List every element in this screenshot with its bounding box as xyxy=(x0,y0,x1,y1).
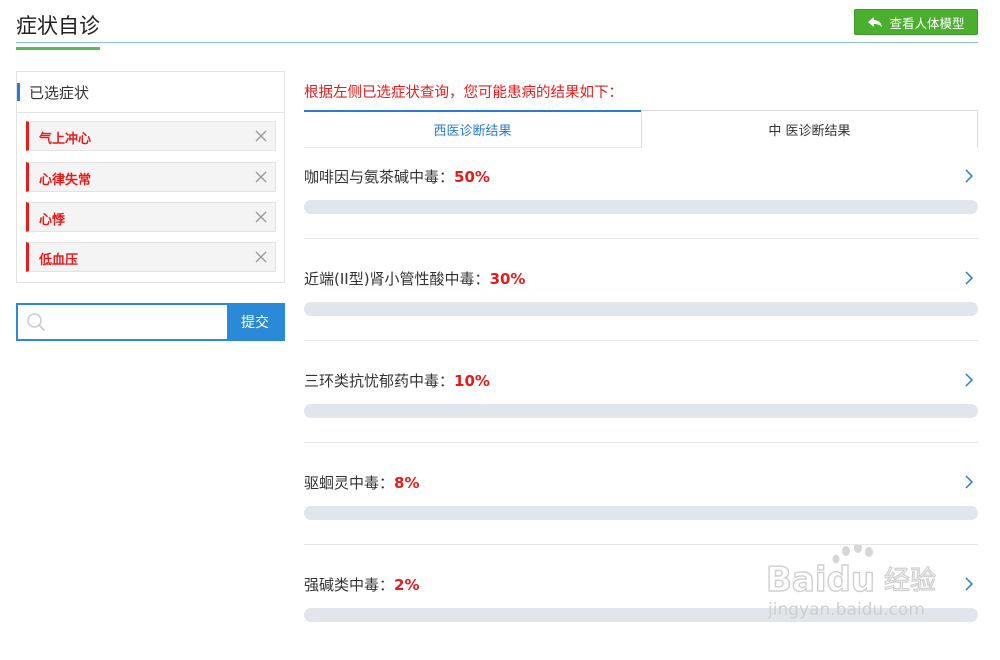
back-arrow-icon xyxy=(868,17,883,28)
chevron-right-icon xyxy=(965,475,974,489)
result-item[interactable]: 咖啡因与氨茶碱中毒：50% xyxy=(304,150,978,252)
submit-button[interactable]: 提交 xyxy=(227,305,283,339)
result-name: 三环类抗忧郁药中毒： xyxy=(304,372,455,390)
watermark-brand: Baidu xyxy=(766,560,875,600)
close-icon[interactable] xyxy=(253,209,269,225)
probability-fill xyxy=(304,404,372,418)
symptom-tag[interactable]: 心律失常 xyxy=(26,162,276,192)
view-body-model-button[interactable]: 查看人体模型 xyxy=(854,9,978,35)
result-name: 近端(II型)肾小管性酸中毒： xyxy=(304,270,490,288)
symptom-search: 提交 xyxy=(16,303,285,341)
divider xyxy=(304,238,978,239)
symptom-label: 心悸 xyxy=(39,213,66,228)
symptom-label: 气上冲心 xyxy=(39,132,92,147)
search-icon xyxy=(27,313,45,331)
divider xyxy=(304,340,978,341)
symptom-tag[interactable]: 心悸 xyxy=(26,202,276,232)
baidu-jingyan-watermark: Baidu 经验 jingyan.baidu.com xyxy=(766,545,937,620)
panel-title: 已选症状 xyxy=(29,84,90,102)
probability-fill xyxy=(304,200,641,214)
close-icon[interactable] xyxy=(253,249,269,265)
result-intro: 根据左侧已选症状查询，您可能患病的结果如下： xyxy=(304,85,623,101)
probability-bar xyxy=(304,302,978,316)
view-body-model-label: 查看人体模型 xyxy=(889,15,965,31)
probability-fill xyxy=(304,608,318,622)
probability-fill xyxy=(304,302,507,316)
result-item[interactable]: 三环类抗忧郁药中毒：10% xyxy=(304,354,978,456)
symptom-label: 心律失常 xyxy=(39,173,92,188)
watermark-brand-cn: 经验 xyxy=(884,566,936,596)
result-percent: 10% xyxy=(454,372,490,390)
probability-bar xyxy=(304,200,978,214)
result-percent: 50% xyxy=(454,168,490,186)
panel-header: 已选症状 xyxy=(17,72,284,113)
probability-fill xyxy=(304,506,358,520)
page-title: 症状自诊 xyxy=(16,10,100,50)
divider xyxy=(304,442,978,443)
symptom-tag[interactable]: 低血压 xyxy=(26,242,276,272)
search-input[interactable] xyxy=(54,307,228,339)
tab-western-diagnosis[interactable]: 西医诊断结果 xyxy=(304,110,641,148)
result-percent: 30% xyxy=(489,270,526,288)
probability-bar xyxy=(304,404,978,418)
result-name: 驱蛔灵中毒： xyxy=(304,474,395,492)
chevron-right-icon xyxy=(965,577,974,591)
result-item[interactable]: 近端(II型)肾小管性酸中毒：30% xyxy=(304,252,978,354)
panel-header-accent xyxy=(17,83,20,101)
chevron-right-icon xyxy=(965,169,974,183)
close-icon[interactable] xyxy=(253,169,269,185)
page-header: 症状自诊 查看人体模型 xyxy=(16,0,978,50)
symptom-tag[interactable]: 气上冲心 xyxy=(26,121,276,151)
probability-bar xyxy=(304,506,978,520)
chevron-right-icon xyxy=(965,271,974,285)
chevron-right-icon xyxy=(965,373,974,387)
result-item[interactable]: 驱蛔灵中毒：8% xyxy=(304,456,978,558)
result-name: 咖啡因与氨茶碱中毒： xyxy=(304,168,455,186)
result-name: 强碱类中毒： xyxy=(304,576,395,594)
watermark-url: jingyan.baidu.com xyxy=(767,600,925,620)
selected-symptoms-panel: 已选症状 气上冲心 心律失常 心悸 低血压 xyxy=(16,71,285,283)
diagnosis-tabs: 西医诊断结果 中 医诊断结果 xyxy=(304,110,978,148)
result-percent: 2% xyxy=(394,576,420,594)
close-icon[interactable] xyxy=(253,128,269,144)
result-percent: 8% xyxy=(394,474,420,492)
tab-chinese-diagnosis[interactable]: 中 医诊断结果 xyxy=(641,110,978,148)
symptom-label: 低血压 xyxy=(39,253,79,268)
